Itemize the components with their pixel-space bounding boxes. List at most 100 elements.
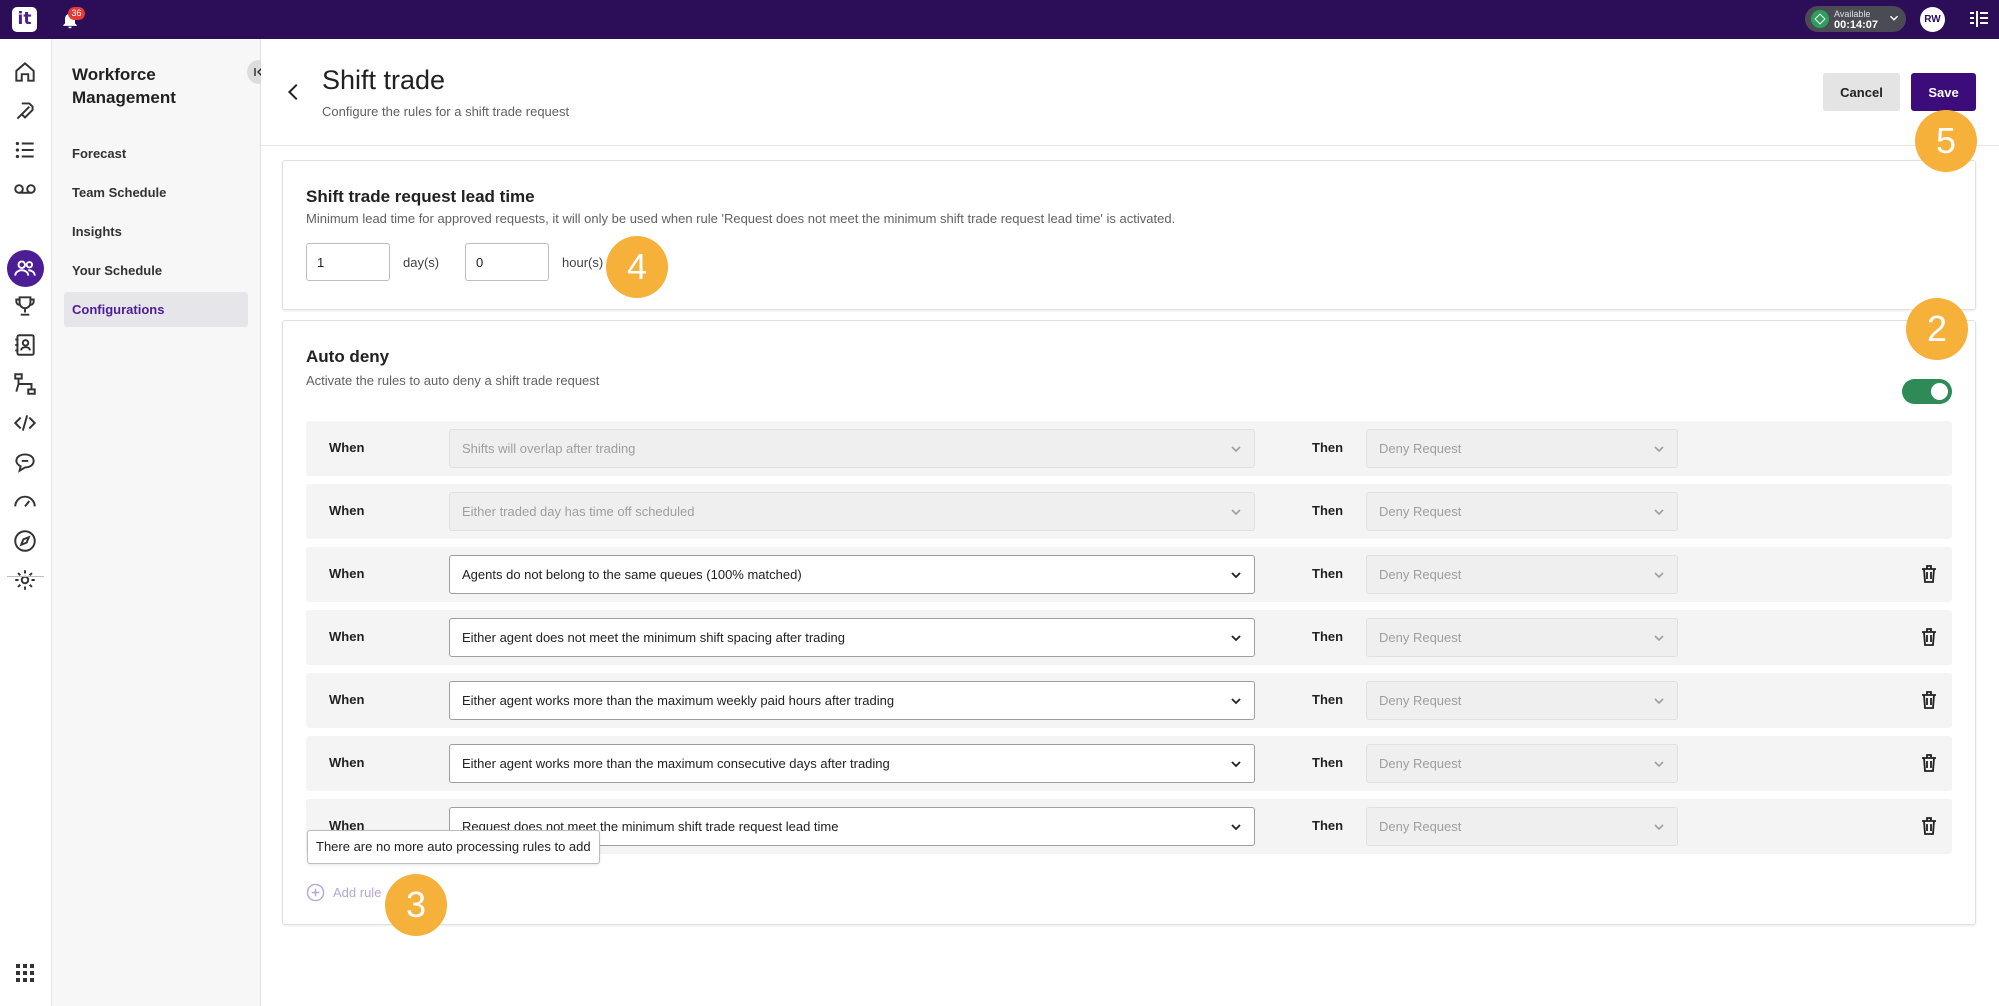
auto-deny-title: Auto deny [306,347,390,366]
lead-time-description: Minimum lead time for approved requests,… [306,211,1176,226]
save-button[interactable]: Save [1911,73,1976,111]
rule-action-select: Deny Request [1366,492,1678,531]
app-rail [0,39,52,1006]
rule-condition-select[interactable]: Agents do not belong to the same queues … [449,555,1255,594]
cancel-button[interactable]: Cancel [1823,73,1900,111]
then-label: Then [1312,440,1344,455]
rule-condition-select: Shifts will overlap after trading [449,429,1255,468]
rule-condition-select[interactable]: Either agent works more than the maximum… [449,681,1255,720]
rule-action-value: Deny Request [1379,504,1462,519]
chevron-down-icon [1654,824,1664,831]
contacts-icon[interactable] [12,332,38,358]
chevron-down-icon [1231,635,1241,642]
flow-icon[interactable] [12,371,38,397]
when-label: When [329,566,365,581]
apps-grid-icon[interactable] [15,963,35,983]
rule-condition-value: Either traded day has time off scheduled [462,504,695,519]
workforce-icon[interactable] [12,255,38,281]
dashboard-icon[interactable] [12,488,38,514]
chevron-down-icon [1889,15,1899,21]
rule-condition-value: Agents do not belong to the same queues … [462,567,802,582]
voicemail-icon[interactable] [12,176,38,202]
then-label: Then [1312,692,1344,707]
sidebar-item-forecast[interactable]: Forecast [64,136,248,171]
delete-rule-icon[interactable] [1920,564,1938,584]
auto-deny-card: Auto deny Activate the rules to auto den… [282,320,1976,925]
lead-days-input[interactable] [306,243,390,281]
page-subtitle: Configure the rules for a shift trade re… [322,104,570,119]
sidebar-item-configurations[interactable]: Configurations [64,292,248,327]
trophy-icon[interactable] [12,293,38,319]
sidebar-item-team-schedule[interactable]: Team Schedule [64,175,248,210]
add-rule-label: Add rule [333,885,382,900]
routing-icon[interactable] [12,98,38,124]
hours-unit-label: hour(s) [562,255,604,270]
delete-rule-icon[interactable] [1920,816,1938,836]
when-label: When [329,692,365,707]
rule-row: When Shifts will overlap after trading T… [306,421,1952,476]
rule-action-value: Deny Request [1379,693,1462,708]
status-timer: 00:14:07 [1834,19,1879,31]
section-sidebar: Workforce Management Forecast Team Sched… [52,39,271,1006]
delete-rule-icon[interactable] [1920,690,1938,710]
rail-divider [7,576,44,577]
lead-time-card: Shift trade request lead time Minimum le… [282,160,1976,310]
status-selector[interactable]: Available 00:14:07 [1805,6,1906,32]
rule-row: When Agents do not belong to the same qu… [306,547,1952,602]
chevron-down-icon [1654,572,1664,579]
settings-icon[interactable] [12,567,38,593]
when-label: When [329,440,365,455]
rule-condition-select: Either traded day has time off scheduled [449,492,1255,531]
code-icon[interactable] [12,410,38,436]
rule-action-value: Deny Request [1379,630,1462,645]
user-avatar[interactable]: RW [1920,7,1945,32]
sidebar-title: Workforce Management [72,65,176,107]
lead-hours-input[interactable] [465,243,549,281]
sidebar-item-your-schedule[interactable]: Your Schedule [64,253,248,288]
then-label: Then [1312,566,1344,581]
auto-deny-description: Activate the rules to auto deny a shift … [306,373,600,388]
add-circle-icon [306,883,325,902]
top-bar: it 36 Available 00:14:07 RW [0,0,1999,39]
when-label: When [329,755,365,770]
chevron-down-icon [1654,509,1664,516]
toggle-knob [1931,383,1948,400]
chat-icon[interactable] [12,449,38,475]
side-panel-icon[interactable] [1970,11,1988,27]
notification-badge: 36 [68,7,85,20]
page-header: Shift trade Configure the rules for a sh… [261,39,1999,146]
callout-marker: 4 [606,236,668,298]
app-logo[interactable]: it [12,7,37,32]
rule-action-value: Deny Request [1379,441,1462,456]
delete-rule-icon[interactable] [1920,753,1938,773]
rule-row: When Either agent does not meet the mini… [306,610,1952,665]
rule-action-select: Deny Request [1366,681,1678,720]
home-icon[interactable] [12,59,38,85]
chevron-down-icon [1654,698,1664,705]
delete-rule-icon[interactable] [1920,627,1938,647]
rule-row: When Either agent works more than the ma… [306,673,1952,728]
when-label: When [329,629,365,644]
rule-condition-select[interactable]: Either agent does not meet the minimum s… [449,618,1255,657]
status-label: Available [1834,9,1871,19]
rule-condition-value: Either agent works more than the maximum… [462,756,890,771]
chevron-down-icon [1231,446,1241,453]
auto-deny-toggle[interactable] [1902,379,1952,404]
rule-action-select: Deny Request [1366,807,1678,846]
rule-condition-value: Either agent works more than the maximum… [462,693,895,708]
rule-action-select: Deny Request [1366,429,1678,468]
rule-action-select: Deny Request [1366,555,1678,594]
sidebar-item-insights[interactable]: Insights [64,214,248,249]
days-unit-label: day(s) [403,255,440,270]
back-arrow-icon[interactable] [283,81,305,103]
then-label: Then [1312,818,1344,833]
rule-action-value: Deny Request [1379,819,1462,834]
chevron-down-icon [1231,824,1241,831]
compass-icon[interactable] [12,528,38,554]
rule-condition-select[interactable]: Either agent works more than the maximum… [449,744,1255,783]
rule-action-value: Deny Request [1379,567,1462,582]
chevron-down-icon [1231,698,1241,705]
list-icon[interactable] [12,137,38,163]
chevron-down-icon [1231,761,1241,768]
then-label: Then [1312,503,1344,518]
